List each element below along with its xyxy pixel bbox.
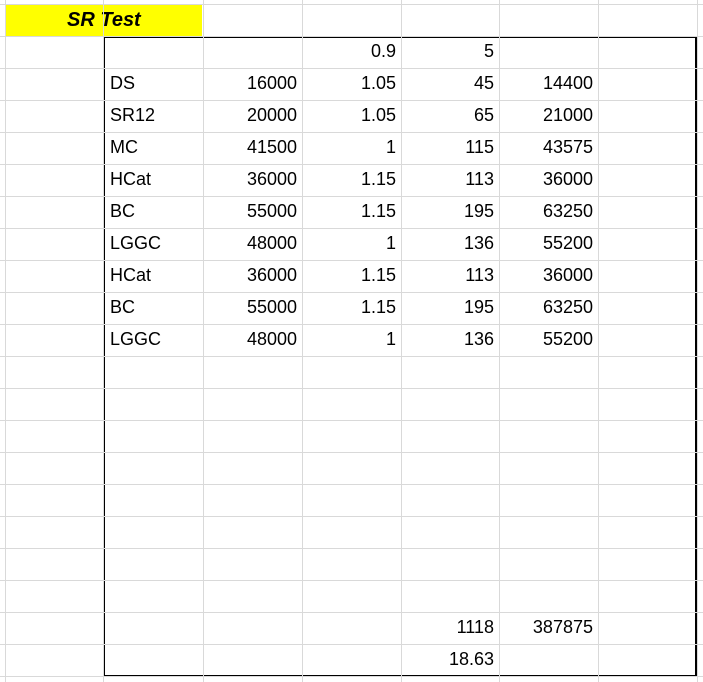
cell[interactable]: 1.05 <box>302 100 396 131</box>
cell[interactable]: 48000 <box>203 228 297 259</box>
cell[interactable]: 20000 <box>203 100 297 131</box>
cell[interactable]: 113 <box>401 260 494 291</box>
cell[interactable]: MC <box>110 132 200 163</box>
grid-row-line <box>0 548 703 549</box>
cell[interactable]: 1.15 <box>302 196 396 227</box>
cell[interactable]: 113 <box>401 164 494 195</box>
cell[interactable]: LGGC <box>110 228 200 259</box>
cell[interactable]: 136 <box>401 228 494 259</box>
grid-row-line <box>0 452 703 453</box>
cell[interactable]: 14400 <box>499 68 593 99</box>
cell[interactable]: 1 <box>302 324 396 355</box>
spreadsheet-grid[interactable]: SR Test 0.9 5 DS 16000 1.05 45 14400 SR12 20000 1… <box>0 0 703 682</box>
cell[interactable]: 18.63 <box>401 644 494 675</box>
cell[interactable]: 63250 <box>499 196 593 227</box>
cell[interactable]: 43575 <box>499 132 593 163</box>
cell[interactable]: 65 <box>401 100 494 131</box>
cell[interactable]: 1118 <box>401 612 494 643</box>
cell[interactable]: 0.9 <box>302 36 396 67</box>
grid-row-line <box>0 612 703 613</box>
cell[interactable]: 16000 <box>203 68 297 99</box>
cell[interactable]: BC <box>110 196 200 227</box>
cell[interactable]: LGGC <box>110 324 200 355</box>
cell[interactable]: 36000 <box>499 164 593 195</box>
cell[interactable]: 115 <box>401 132 494 163</box>
cell[interactable]: 63250 <box>499 292 593 323</box>
cell[interactable]: HCat <box>110 260 200 291</box>
cell[interactable]: BC <box>110 292 200 323</box>
grid-row-line <box>0 388 703 389</box>
grid-row-line <box>0 420 703 421</box>
cell[interactable]: 1.05 <box>302 68 396 99</box>
cell[interactable]: HCat <box>110 164 200 195</box>
cell[interactable]: 55000 <box>203 292 297 323</box>
grid-row-line <box>0 356 703 357</box>
cell[interactable]: 36000 <box>499 260 593 291</box>
cell[interactable]: 1 <box>302 228 396 259</box>
cell[interactable]: 45 <box>401 68 494 99</box>
cell[interactable]: DS <box>110 68 200 99</box>
cell[interactable]: 36000 <box>203 164 297 195</box>
cell[interactable]: 5 <box>401 36 494 67</box>
grid-row-line <box>0 580 703 581</box>
cell[interactable]: 387875 <box>499 612 593 643</box>
grid-row-line <box>0 644 703 645</box>
grid-row-line <box>0 484 703 485</box>
grid-row-line <box>0 676 703 677</box>
cell[interactable]: 55200 <box>499 228 593 259</box>
cell[interactable]: 48000 <box>203 324 297 355</box>
cell[interactable]: SR12 <box>110 100 200 131</box>
cell[interactable]: 1.15 <box>302 260 396 291</box>
cell[interactable]: 1.15 <box>302 292 396 323</box>
cell[interactable]: 41500 <box>203 132 297 163</box>
grid-row-line <box>0 4 703 5</box>
cell[interactable]: 21000 <box>499 100 593 131</box>
cell[interactable]: 36000 <box>203 260 297 291</box>
cell[interactable]: 55200 <box>499 324 593 355</box>
cell[interactable]: 136 <box>401 324 494 355</box>
cell[interactable]: 1 <box>302 132 396 163</box>
cell[interactable]: 1.15 <box>302 164 396 195</box>
cell[interactable]: 55000 <box>203 196 297 227</box>
grid-row-line <box>0 516 703 517</box>
cell[interactable]: 195 <box>401 292 494 323</box>
cell[interactable]: 195 <box>401 196 494 227</box>
